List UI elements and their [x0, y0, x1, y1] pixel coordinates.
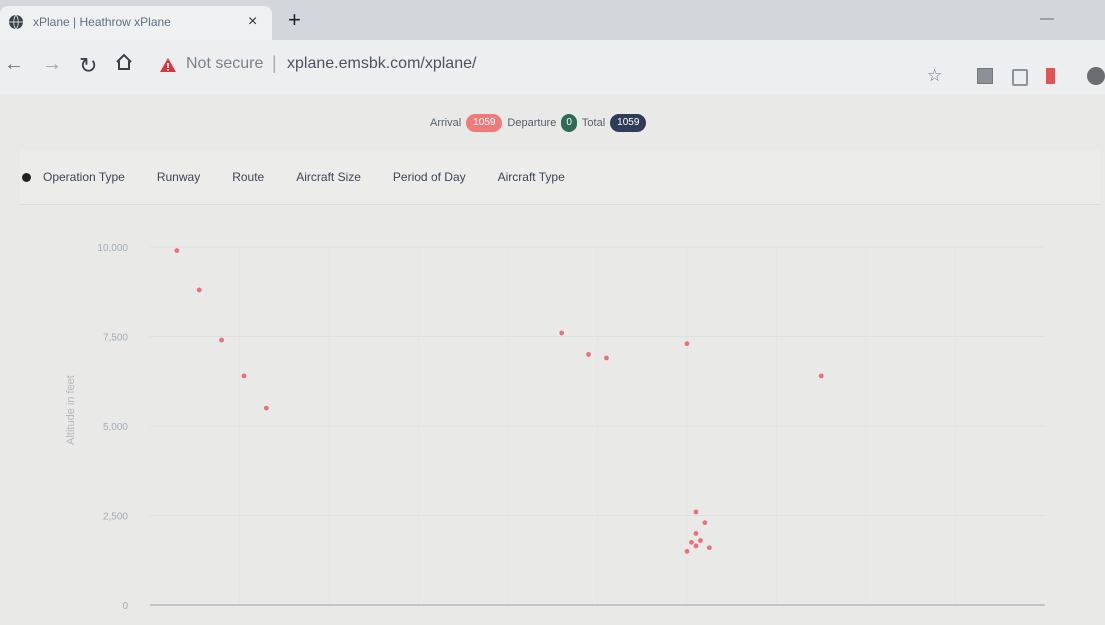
forward-arrow-icon[interactable]: →	[42, 53, 62, 76]
data-point[interactable]	[693, 509, 699, 515]
extension-icon[interactable]	[977, 68, 993, 84]
y-tick-label: 5,000	[103, 422, 128, 433]
total-label: Total	[581, 117, 606, 129]
data-point[interactable]	[559, 330, 565, 336]
warning-icon	[160, 58, 176, 72]
data-point[interactable]	[263, 405, 269, 411]
radio-aircraft-type[interactable]: Aircraft Type	[498, 170, 565, 184]
group-by-radio-group: Operation Type Runway Route Aircraft Siz…	[22, 170, 597, 184]
data-point[interactable]	[706, 545, 712, 551]
data-point[interactable]	[684, 548, 690, 554]
departure-label: Departure	[507, 117, 557, 129]
tab-close-icon[interactable]: ×	[248, 13, 257, 31]
address-bar-url[interactable]: xplane.emsbk.com/xplane/	[287, 55, 476, 73]
radio-aircraft-size[interactable]: Aircraft Size	[296, 170, 361, 184]
data-point[interactable]	[684, 341, 690, 347]
data-point[interactable]	[702, 520, 708, 526]
data-point[interactable]	[219, 337, 225, 343]
y-axis-ticks: 10,000 7,500 5,000 2,500 0	[97, 243, 128, 612]
bookmark-icon[interactable]	[1046, 68, 1055, 84]
data-point[interactable]	[818, 373, 824, 379]
altitude-scatter-chart: 10,000 7,500 5,000 2,500 0 Altitude in feet	[65, 243, 1045, 612]
radio-route[interactable]: Route	[232, 170, 264, 184]
y-tick-label: 2,500	[103, 512, 128, 523]
home-icon[interactable]	[114, 52, 134, 72]
new-tab-button[interactable]: +	[288, 9, 301, 31]
profile-avatar-icon[interactable]	[1087, 67, 1105, 85]
radio-selected-icon[interactable]	[22, 172, 31, 182]
data-point[interactable]	[689, 539, 694, 545]
chart-grid	[150, 246, 1045, 605]
tab-title: xPlane | Heathrow xPlane	[33, 15, 171, 29]
y-axis-label: Altitude in feet	[65, 375, 77, 445]
radio-runway[interactable]: Runway	[157, 170, 200, 184]
data-point[interactable]	[241, 373, 247, 379]
star-icon[interactable]: ☆	[927, 66, 942, 86]
total-count-badge: 1059	[610, 114, 647, 132]
data-point[interactable]	[693, 543, 699, 549]
data-point[interactable]	[604, 355, 609, 361]
not-secure-label[interactable]: Not secure	[186, 55, 263, 73]
radio-period-of-day[interactable]: Period of Day	[393, 170, 466, 184]
y-tick-label: 7,500	[103, 333, 128, 344]
reload-icon[interactable]: ↻	[79, 53, 97, 79]
data-point[interactable]	[698, 538, 703, 543]
radio-operation-type[interactable]: Operation Type	[43, 170, 125, 184]
arrival-label: Arrival	[430, 117, 462, 129]
back-arrow-icon[interactable]: ←	[4, 53, 24, 76]
arrival-count-badge: 1059	[466, 114, 503, 132]
y-tick-label: 10,000	[97, 243, 128, 254]
url-separator: |	[272, 53, 277, 73]
data-point[interactable]	[586, 352, 591, 357]
operation-counters: Arrival 1059 Departure 0 Total 1059	[430, 112, 647, 134]
browser-tab[interactable]: xPlane | Heathrow xPlane ×	[0, 6, 272, 40]
globe-icon	[9, 14, 23, 30]
data-point[interactable]	[196, 287, 202, 293]
scatter-points	[174, 248, 824, 554]
data-point[interactable]	[693, 531, 699, 536]
window-minimize-icon[interactable]	[1040, 18, 1054, 20]
data-point[interactable]	[174, 248, 180, 253]
y-tick-label: 0	[122, 601, 128, 612]
extension-icon[interactable]	[1012, 69, 1028, 86]
departure-count-badge: 0	[561, 114, 577, 132]
